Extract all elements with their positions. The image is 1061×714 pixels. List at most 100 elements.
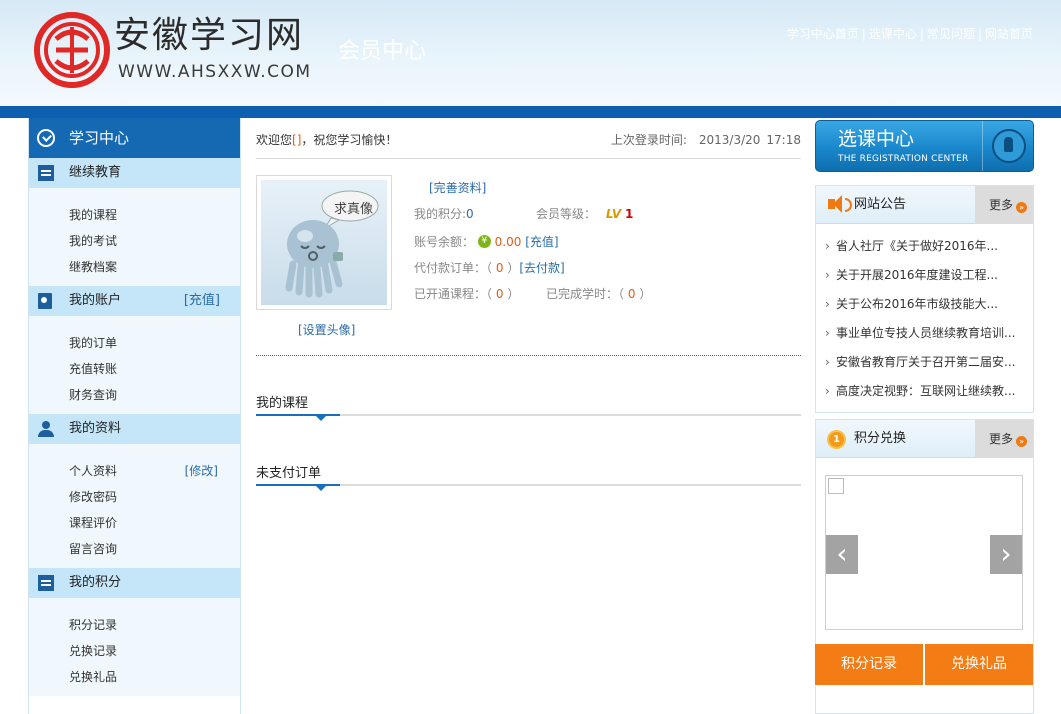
gift-slider: ‹ › [825, 475, 1023, 630]
nav-site-home[interactable]: 网站首页 [985, 27, 1033, 41]
last-login: 上次登录时间: 2013/3/20 17:18 [611, 131, 801, 148]
notice-item[interactable]: 安徽省教育厅关于召开第二届安... [824, 348, 1033, 377]
sidebar-item-label: 留言咨询 [69, 542, 118, 556]
balance-row: 账号余额： ¥ 0.00 [充值] [414, 234, 559, 252]
pointer-hand-icon [992, 129, 1026, 163]
sidebar-list-profile: 个人资料 [修改] 修改密码 课程评价 留言咨询 [29, 444, 240, 568]
hours-value: 0 [627, 287, 636, 301]
document-icon [38, 575, 54, 591]
sidebar-item-course-review[interactable]: 课程评价 [69, 510, 240, 536]
sidebar-item-exchange-gift[interactable]: 兑换礼品 [69, 664, 240, 690]
sidebar-item-label: 个人资料 [69, 464, 118, 478]
registration-title: 选课中心 [838, 128, 915, 150]
sidebar-item-label: 修改密码 [69, 490, 118, 504]
last-login-date: 2013/3/20 [698, 133, 761, 147]
sidebar-list-points: 积分记录 兑换记录 兑换礼品 [29, 598, 240, 696]
sidebar-item-points-record[interactable]: 积分记录 [69, 612, 240, 638]
welcome-text: 欢迎您[]，祝您学习愉快！ [256, 131, 397, 148]
opened-value: 0 [495, 287, 504, 301]
slider-next-button[interactable]: › [990, 535, 1022, 574]
completed-hours-row: 已完成学时：（ 0 ） [546, 286, 651, 302]
sidebar-item-label: 积分记录 [69, 618, 118, 632]
level-row: 会员等级： LV 1 [536, 206, 633, 222]
section-title-label: 我的账户 [69, 293, 122, 308]
avatar[interactable]: 求真像 [256, 175, 392, 310]
sidebar-item-archive[interactable]: 继教档案 [69, 254, 240, 280]
notice-item[interactable]: 事业单位专技人员继续教育培训... [824, 319, 1033, 348]
notice-item[interactable]: 高度决定视野：互联网让继续教... [824, 377, 1033, 406]
sidebar-item-label: 财务查询 [69, 388, 118, 402]
registration-subtitle: THE REGISTRATION CENTER [838, 154, 969, 164]
sidebar-item-my-courses[interactable]: 我的课程 [69, 202, 240, 228]
nav-course-center[interactable]: 选课中心 [869, 27, 917, 41]
download-circle-icon [37, 129, 55, 147]
tab-underline [256, 414, 801, 421]
nav-faq[interactable]: 常见问题 [927, 27, 975, 41]
notice-item[interactable]: 省人社厅《关于做好2016年... [824, 232, 1033, 261]
sidebar-section-points: 我的积分 [29, 568, 240, 598]
notice-more-link[interactable]: 更多» [975, 186, 1033, 224]
site-header: 安徽学习网 WWW.AHSXXW.COM 会员中心 学习中心首页 | 选课中心 | 常见… [0, 0, 1061, 106]
account-book-icon [38, 293, 52, 309]
more-arrow-icon: » [1016, 202, 1028, 213]
sidebar-item-change-password[interactable]: 修改密码 [69, 484, 240, 510]
sidebar-item-label: 我的课程 [69, 208, 118, 222]
edit-profile-link[interactable]: [修改] [185, 458, 218, 484]
site-name: 安徽学习网 [114, 15, 305, 56]
pending-label: 代付款订单：（ [414, 261, 493, 275]
coin-icon: ¥ [477, 235, 491, 248]
tab-active-bar [256, 414, 340, 416]
sidebar-item-messages[interactable]: 留言咨询 [69, 536, 240, 562]
sidebar: 学习中心 继续教育 我的课程 我的考试 继教档案 我的账户 [充值] 我的订单 … [28, 118, 241, 714]
sidebar-item-transfer[interactable]: 充值转账 [69, 356, 240, 382]
complete-profile-link[interactable]: [完善资料] [429, 180, 486, 196]
points-label: 我的积分: [414, 207, 467, 221]
sidebar-section-profile: 我的资料 [29, 414, 240, 444]
tab-unpaid-orders[interactable]: 未支付订单 [256, 462, 321, 481]
go-pay-link[interactable]: [去付款] [519, 261, 564, 275]
opened-close: ） [507, 287, 520, 301]
points-value: 0 [466, 207, 474, 221]
level-value: 1 [624, 207, 634, 221]
site-domain: WWW.AHSXXW.COM [118, 62, 312, 82]
pending-orders-row: 代付款订单：（ 0 ）[去付款] [414, 260, 565, 276]
opened-label: 已开通课程：（ [414, 287, 493, 301]
opened-courses-row: 已开通课程：（ 0 ） [414, 286, 519, 302]
sidebar-recharge-link[interactable]: [充值] [184, 286, 220, 316]
sidebar-list-education: 我的课程 我的考试 继教档案 [29, 188, 240, 286]
last-login-time: 17:18 [766, 133, 801, 147]
sidebar-item-label: 兑换礼品 [69, 670, 118, 684]
sidebar-item-exchange-record[interactable]: 兑换记录 [69, 638, 240, 664]
notice-item[interactable]: 关于开展2016年度建设工程... [824, 261, 1033, 290]
username: [] [292, 133, 302, 147]
sidebar-item-my-orders[interactable]: 我的订单 [69, 330, 240, 356]
sidebar-item-my-exams[interactable]: 我的考试 [69, 228, 240, 254]
top-nav: 学习中心首页 | 选课中心 | 常见问题 | 网站首页 [786, 27, 1033, 41]
notice-panel-header: 网站公告 更多» [816, 186, 1033, 224]
sidebar-item-label: 我的考试 [69, 234, 118, 248]
notice-panel: 网站公告 更多» 省人社厅《关于做好2016年... 关于开展2016年度建设工… [815, 185, 1034, 413]
set-avatar-link[interactable]: [设置头像] [298, 321, 355, 338]
right-column: 选课中心 THE REGISTRATION CENTER 网站公告 更多» 省人… [815, 118, 1034, 714]
balance-label: 账号余额： [414, 235, 475, 249]
exchange-gift-button[interactable]: 兑换礼品 [925, 644, 1033, 685]
welcome-suffix: ，祝您学习愉快！ [301, 133, 398, 147]
avatar-bubble-text: 求真像 [334, 202, 374, 217]
slider-prev-button[interactable]: ‹ [826, 535, 858, 574]
sidebar-item-finance[interactable]: 财务查询 [69, 382, 240, 408]
main-content: 欢迎您[]，祝您学习愉快！ 上次登录时间: 2013/3/20 17:18 求真像 … [241, 118, 815, 714]
balance-value: 0.00 [494, 235, 522, 249]
avatar-image: 求真像 [261, 180, 387, 305]
points-record-button[interactable]: 积分记录 [815, 644, 923, 685]
notice-item[interactable]: 关于公布2016年市级技能大... [824, 290, 1033, 319]
tab-my-courses[interactable]: 我的课程 [256, 392, 308, 411]
recharge-link[interactable]: [充值] [525, 235, 558, 249]
nav-learning-home[interactable]: 学习中心首页 [787, 27, 859, 41]
tab-active-bar [256, 484, 340, 486]
logo-mark [34, 12, 110, 88]
sidebar-item-personal-info[interactable]: 个人资料 [修改] [69, 458, 240, 484]
medal-icon: 1 [827, 430, 846, 449]
registration-center-button[interactable]: 选课中心 THE REGISTRATION CENTER [815, 120, 1034, 172]
level-label: 会员等级： [536, 207, 597, 221]
exchange-more-link[interactable]: 更多» [975, 420, 1033, 458]
